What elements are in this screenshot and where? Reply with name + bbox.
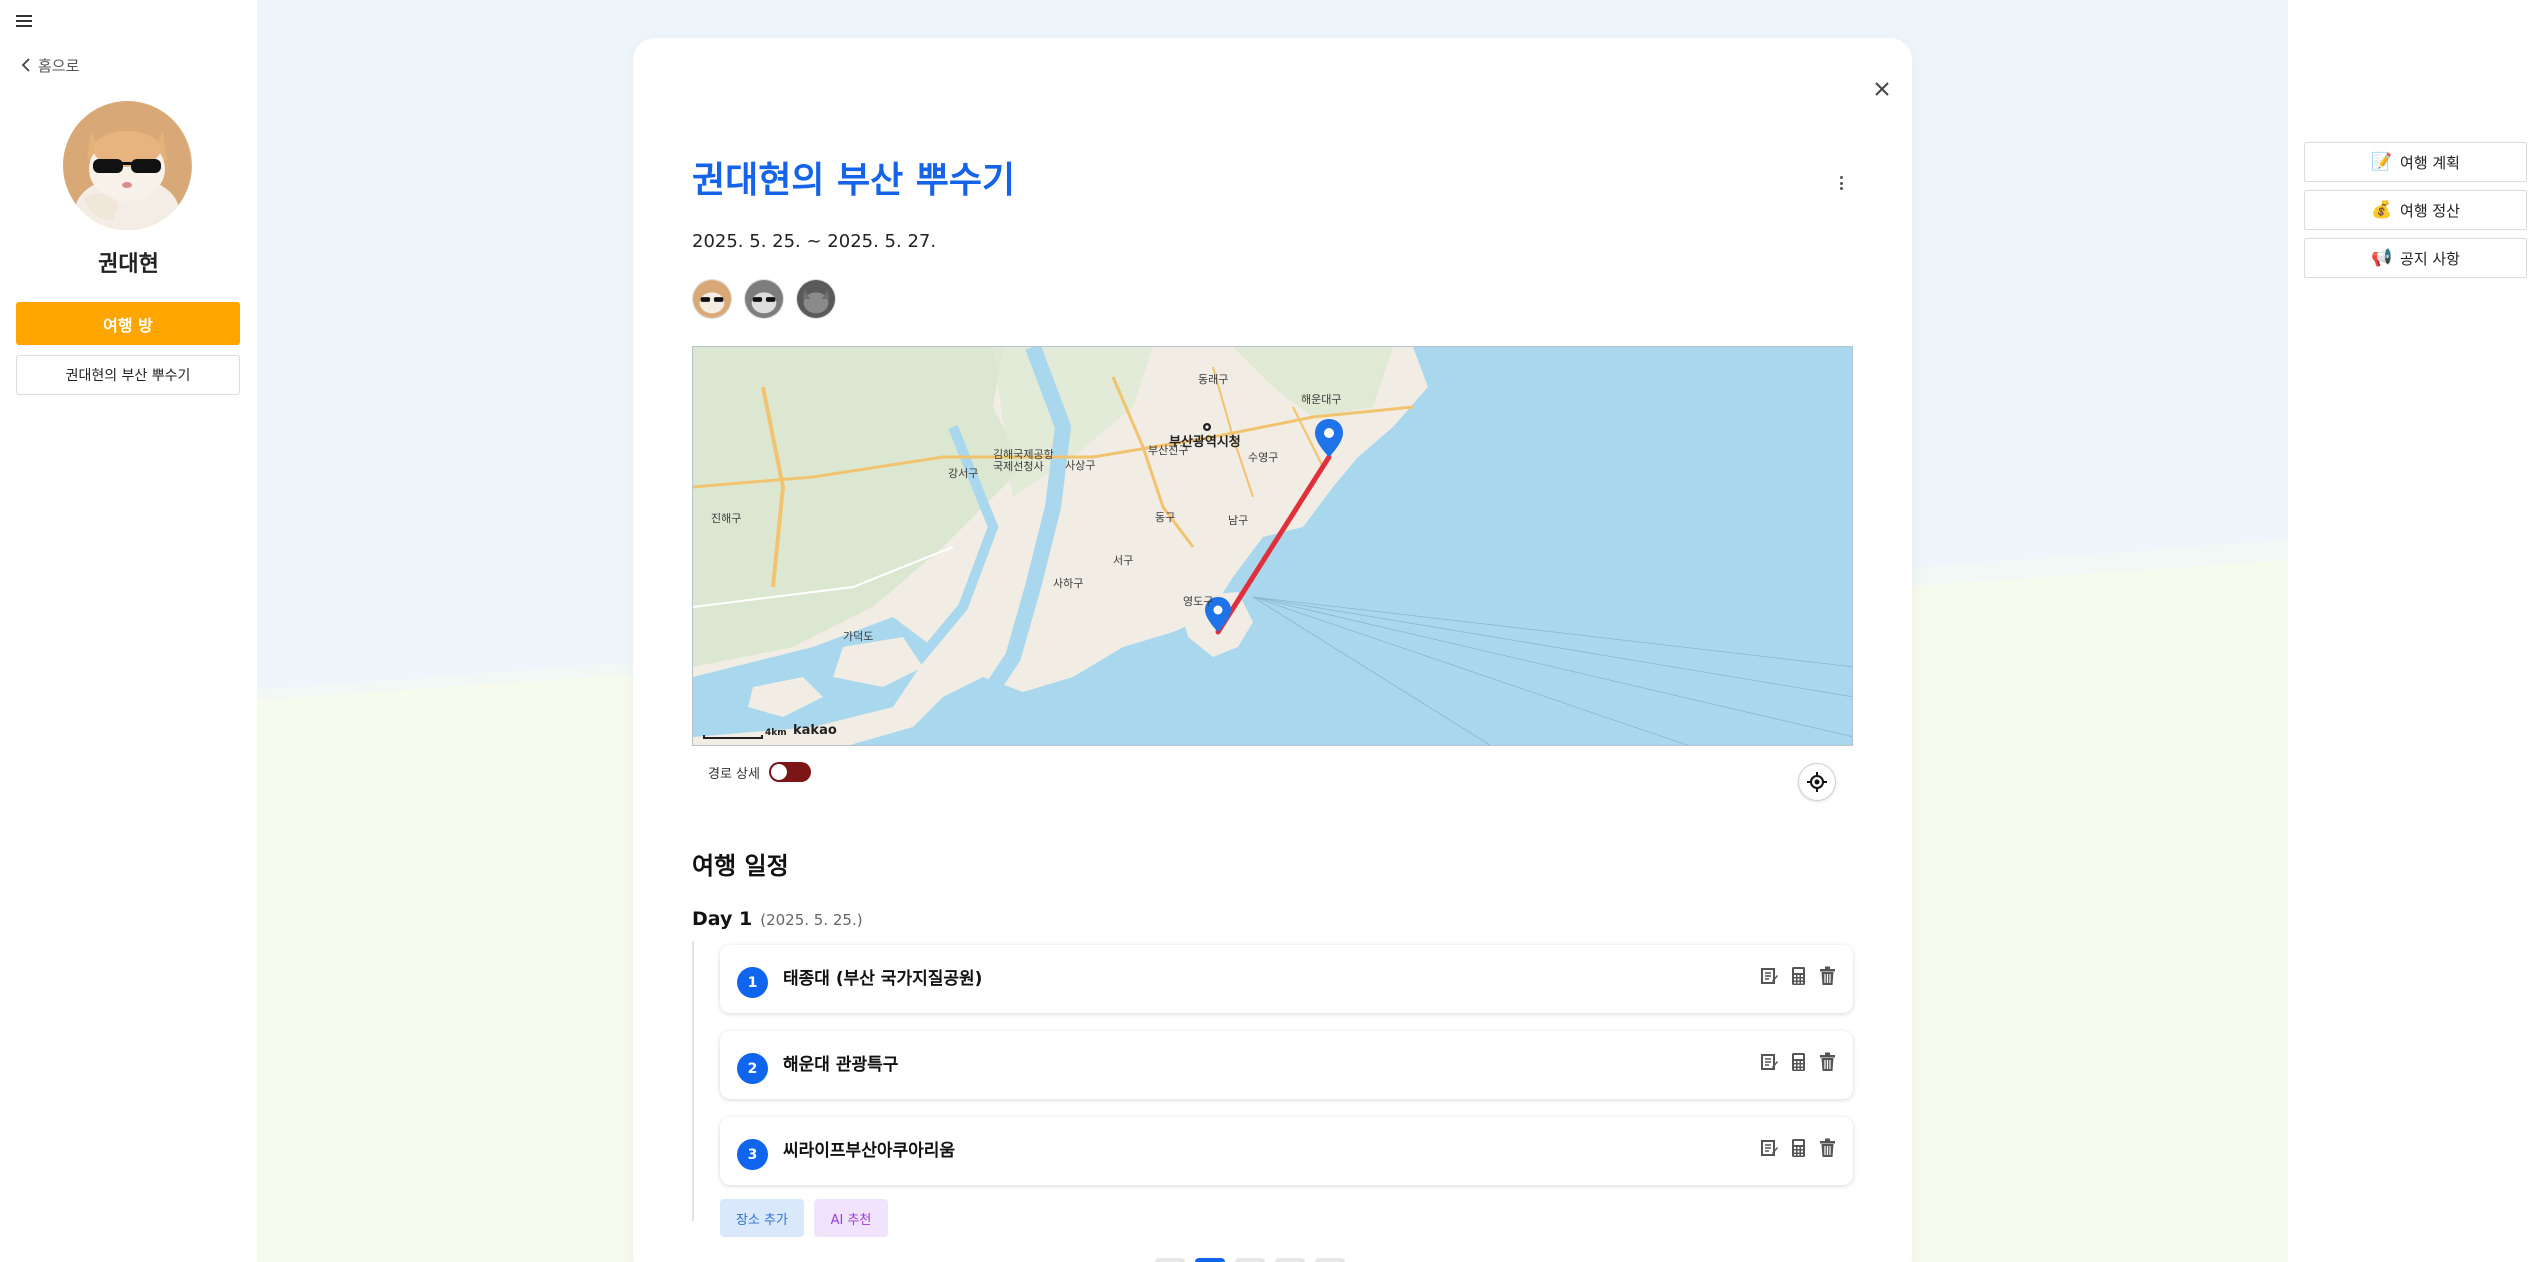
place-name: 씨라이프부산아쿠아리움 — [783, 1141, 956, 1161]
trip-settlement-button[interactable]: 💰 여행 정산 — [2304, 190, 2527, 230]
map-scale-bar — [703, 735, 763, 739]
map-label: 김해국제공항 국제선청사 — [993, 448, 1054, 473]
trip-plan-button[interactable]: 📝 여행 계획 — [2304, 142, 2527, 182]
memo-icon[interactable] — [1760, 965, 1779, 987]
pager-dot[interactable] — [1195, 1258, 1225, 1262]
place-name: 태종대 (부산 국가지질공원) — [783, 969, 983, 989]
trip-title: 권대현의 부산 뿌수기 — [692, 160, 1016, 201]
hamburger-menu-icon[interactable] — [16, 15, 32, 29]
place-number: 3 — [737, 1139, 768, 1170]
calculator-icon[interactable] — [1789, 1137, 1808, 1159]
close-icon[interactable] — [1871, 78, 1893, 100]
route-map[interactable]: 부산광역시청 해운대구 강서구 사하구 영도구 남구 진해구 가덕도 사상구 동… — [692, 346, 1853, 746]
pager-dot[interactable] — [1275, 1258, 1305, 1262]
day-date: (2025. 5. 25.) — [760, 911, 863, 929]
map-label: 동래구 — [1198, 373, 1229, 386]
member-avatar[interactable] — [796, 279, 836, 319]
map-label: 부산진구 — [1148, 444, 1189, 457]
chevron-left-icon — [21, 58, 30, 72]
right-panel: 📝 여행 계획 💰 여행 정산 📢 공지 사항 — [2288, 0, 2535, 1262]
day-label: Day 1 — [692, 908, 753, 930]
map-label: 강서구 — [948, 467, 979, 480]
pager-dot[interactable] — [1315, 1258, 1345, 1262]
trash-icon[interactable] — [1818, 1051, 1837, 1073]
left-sidebar: 홈으로 권대현 여행 방 권대현의 부산 뿌수기 — [0, 0, 257, 1262]
trash-icon[interactable] — [1818, 1137, 1837, 1159]
map-label: 수영구 — [1248, 451, 1279, 464]
map-scale-label: 4km — [765, 728, 787, 738]
add-place-button[interactable]: 장소 추가 — [720, 1199, 804, 1237]
memo-icon[interactable] — [1760, 1137, 1779, 1159]
trip-list-item[interactable]: 권대현의 부산 뿌수기 — [16, 355, 240, 395]
trip-plan-label: 여행 계획 — [2400, 153, 2460, 172]
route-detail-toggle[interactable] — [769, 762, 811, 782]
day-header: Day 1 (2025. 5. 25.) — [692, 908, 863, 930]
member-avatar[interactable] — [744, 279, 784, 319]
calculator-icon[interactable] — [1789, 965, 1808, 987]
notice-button[interactable]: 📢 공지 사항 — [2304, 238, 2527, 278]
trip-room-button[interactable]: 여행 방 — [16, 302, 240, 345]
day-pager — [1155, 1258, 1345, 1262]
map-label: 동구 — [1155, 511, 1176, 524]
trip-settlement-label: 여행 정산 — [2400, 201, 2460, 220]
current-location-button[interactable] — [1798, 763, 1836, 801]
megaphone-icon: 📢 — [2371, 248, 2393, 268]
schedule-title: 여행 일정 — [692, 852, 789, 880]
map-label: 해운대구 — [1301, 393, 1342, 406]
crosshair-icon — [1807, 772, 1827, 792]
place-card[interactable]: 3 씨라이프부산아쿠아리움 — [720, 1117, 1853, 1185]
back-home-label: 홈으로 — [38, 56, 80, 75]
clipboard-icon: 📝 — [2371, 152, 2393, 172]
notice-label: 공지 사항 — [2400, 249, 2460, 268]
profile-avatar — [63, 101, 192, 230]
member-avatars — [692, 279, 836, 319]
pager-dot[interactable] — [1155, 1258, 1185, 1262]
place-number: 2 — [737, 1053, 768, 1084]
back-home-link[interactable]: 홈으로 — [20, 53, 79, 77]
kakao-logo: kakao — [793, 723, 837, 738]
map-label: 영도구 — [1183, 595, 1214, 608]
place-card[interactable]: 2 해운대 관광특구 — [720, 1031, 1853, 1099]
money-bag-icon: 💰 — [2371, 200, 2393, 220]
map-label: 사하구 — [1053, 577, 1084, 590]
timeline-line — [692, 941, 694, 1221]
place-number: 1 — [737, 967, 768, 998]
user-name: 권대현 — [98, 252, 159, 277]
ai-recommend-button[interactable]: AI 추천 — [814, 1199, 888, 1237]
trip-detail-modal: 권대현의 부산 뿌수기 2025. 5. 25. ~ 2025. 5. 27. — [633, 38, 1912, 1262]
member-avatar[interactable] — [692, 279, 732, 319]
route-detail-label: 경로 상세 — [708, 767, 760, 782]
place-name: 해운대 관광특구 — [783, 1055, 899, 1075]
pager-dot[interactable] — [1235, 1258, 1265, 1262]
memo-icon[interactable] — [1760, 1051, 1779, 1073]
trash-icon[interactable] — [1818, 965, 1837, 987]
map-label: 서구 — [1113, 554, 1134, 567]
more-options-icon[interactable] — [1834, 172, 1848, 194]
map-label: 남구 — [1228, 514, 1249, 527]
calculator-icon[interactable] — [1789, 1051, 1808, 1073]
map-label: 진해구 — [711, 512, 742, 525]
map-label: 가덕도 — [843, 630, 874, 643]
trip-dates: 2025. 5. 25. ~ 2025. 5. 27. — [692, 231, 937, 252]
map-label: 사상구 — [1065, 459, 1096, 472]
place-card[interactable]: 1 태종대 (부산 국가지질공원) — [720, 945, 1853, 1013]
